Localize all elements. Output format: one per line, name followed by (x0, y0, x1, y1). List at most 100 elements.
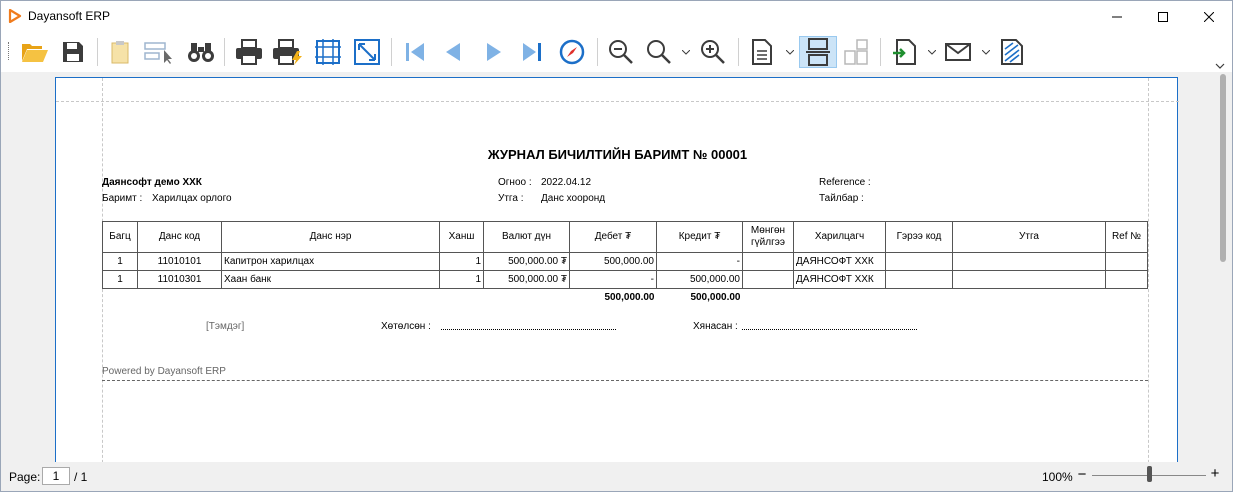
column-header: Багц (102, 221, 138, 253)
prepared-by-label: Хөтөлсөн : (381, 321, 431, 332)
maximize-button[interactable] (1140, 1, 1186, 32)
zoom-out-icon (609, 40, 633, 64)
table-cell (952, 252, 1106, 271)
editing-fields-icon (144, 42, 172, 64)
table-cell: ДАЯНСОФТ ХХК (793, 252, 886, 271)
description-value: Данс хооронд (541, 193, 606, 204)
quick-print-icon (273, 39, 302, 65)
toolbar-separator (597, 38, 598, 66)
send-email-dropdown-caret[interactable] (982, 46, 990, 58)
column-header: Валют дүн (483, 221, 570, 253)
column-header: Гэрээ код (885, 221, 953, 253)
table-cell: 11010301 (137, 270, 222, 289)
send-email-button[interactable] (943, 36, 973, 68)
minimize-icon (1112, 16, 1122, 17)
toolbar-overflow-button[interactable] (1215, 58, 1227, 69)
view-mode-button[interactable] (747, 36, 777, 68)
total-debit: 500,000.00 (604, 292, 655, 304)
table-cell: Хаан банк (221, 270, 440, 289)
page-number-input[interactable]: 1 (42, 467, 70, 485)
quick-print-button[interactable] (273, 36, 303, 68)
table-cell: 500,000.00 (569, 252, 657, 271)
last-page-button[interactable] (517, 36, 547, 68)
table-cell: 1 (102, 252, 138, 271)
parameters-button[interactable] (105, 36, 135, 68)
checked-by-label: Хянасан : (693, 321, 738, 332)
table-cell: 11010101 (137, 252, 222, 271)
single-page-icon (752, 39, 772, 65)
toolbar-separator (224, 38, 225, 66)
footer-divider (102, 380, 1148, 381)
toolbar-grip[interactable] (8, 42, 10, 60)
editing-fields-button[interactable] (144, 36, 174, 68)
table-cell (885, 252, 953, 271)
export-button[interactable] (890, 36, 920, 68)
scrollbar-thumb[interactable] (1220, 74, 1226, 262)
report-preview-area[interactable]: ЖУРНАЛ БИЧИЛТИЙН БАРИМТ № 00001 Даянсофт… (1, 72, 1232, 462)
zoom-slider-thumb[interactable] (1146, 466, 1152, 482)
app-logo-icon (8, 9, 22, 23)
doc-type-label: Баримт : (102, 193, 143, 204)
app-window: Dayansoft ERP ЖУРНАЛ БИЧИЛТИЙН БАРИМТ № … (0, 0, 1233, 492)
multiple-pages-button[interactable] (841, 36, 871, 68)
page-total: / 1 (74, 470, 88, 484)
table-cell: 1 (102, 270, 138, 289)
zoom-out-button[interactable] (606, 36, 636, 68)
column-header: Ханш (439, 221, 484, 253)
open-button[interactable] (20, 36, 50, 68)
table-cell (1105, 270, 1148, 289)
scale-button[interactable] (352, 36, 382, 68)
toolbar (1, 32, 1232, 72)
table-cell: ДАЯНСОФТ ХХК (793, 270, 886, 289)
table-header-row: Багц Данс код Данс нэр Ханш Валют дүн Де… (102, 221, 1148, 253)
note-label: Тайлбар : (819, 193, 864, 204)
title-bar: Dayansoft ERP (1, 1, 1232, 32)
multiple-pages-icon (844, 39, 868, 65)
table-cell: 500,000.00 ₮ (483, 252, 570, 271)
checked-by-line (742, 329, 917, 330)
zoom-in-button[interactable] (698, 36, 728, 68)
zoom-level: 100% (1042, 470, 1073, 484)
date-label: Огноо : (498, 177, 532, 188)
column-header: Утга (952, 221, 1106, 253)
close-icon (1204, 11, 1214, 22)
zoom-in-icon (701, 40, 725, 64)
table-cell: 500,000.00 (656, 270, 743, 289)
close-button[interactable] (1186, 1, 1232, 32)
maximize-icon (1158, 11, 1168, 22)
continuous-pages-button[interactable] (799, 36, 837, 68)
toolbar-separator (391, 38, 392, 66)
table-cell: 500,000.00 ₮ (483, 270, 570, 289)
next-page-button[interactable] (479, 36, 509, 68)
minimize-button[interactable] (1094, 1, 1140, 32)
previous-page-icon (446, 43, 460, 61)
previous-page-button[interactable] (438, 36, 468, 68)
first-page-button[interactable] (400, 36, 430, 68)
export-dropdown-caret[interactable] (928, 46, 936, 58)
margin-guide-top (56, 101, 1179, 102)
journal-table: Багц Данс код Данс нэр Ханш Валют дүн Де… (102, 221, 1148, 307)
table-cell: 1 (439, 270, 484, 289)
print-button[interactable] (234, 36, 264, 68)
open-folder-icon (22, 44, 48, 62)
envelope-icon (945, 43, 971, 61)
page-label: Page: (9, 470, 41, 484)
chevron-down-icon (786, 49, 794, 55)
zoom-button[interactable] (644, 36, 674, 68)
description-label: Утга : (498, 193, 524, 204)
find-button[interactable] (186, 36, 216, 68)
zoom-out-step-button[interactable]: − (1076, 466, 1088, 484)
table-row: 1 11010101 Капитрон харилцах 1 500,000.0… (102, 252, 1148, 271)
watermark-button[interactable] (997, 36, 1027, 68)
margin-guide-right (1148, 78, 1149, 462)
zoom-dropdown-caret[interactable] (682, 46, 690, 58)
page-setup-button[interactable] (313, 36, 343, 68)
navigation-button[interactable] (557, 36, 587, 68)
vertical-scrollbar[interactable] (1215, 72, 1232, 462)
save-button[interactable] (58, 36, 88, 68)
date-value: 2022.04.12 (541, 177, 592, 188)
column-header: Дебет ₮ (569, 221, 657, 253)
view-mode-dropdown-caret[interactable] (786, 46, 794, 58)
document-title: ЖУРНАЛ БИЧИЛТИЙН БАРИМТ № 00001 (487, 147, 748, 162)
zoom-in-step-button[interactable]: + (1209, 465, 1221, 483)
